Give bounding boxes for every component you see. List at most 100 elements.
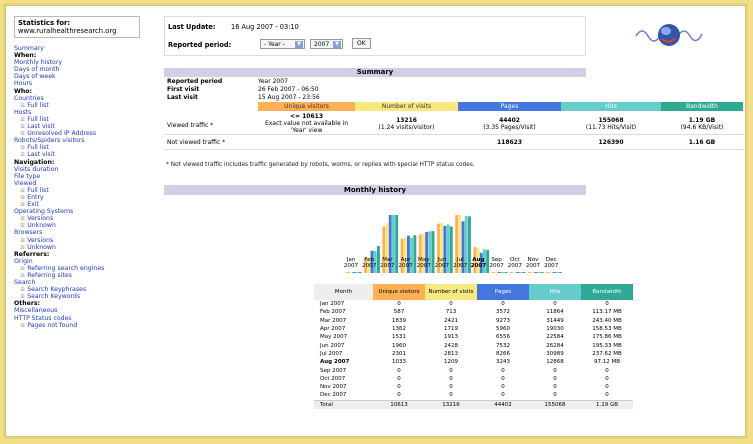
bullet-icon: ≡ bbox=[20, 101, 26, 109]
viewed-hits: 155068 (11.73 Hits/Visit) bbox=[561, 117, 661, 131]
cell-visits: 2813 bbox=[444, 350, 458, 357]
cell-unique: 1839 bbox=[392, 317, 406, 324]
bullet-icon: ≡ bbox=[20, 193, 26, 201]
cell-unique: 1362 bbox=[392, 326, 406, 333]
sidebar-link[interactable]: Days of month bbox=[14, 66, 154, 73]
sidebar-link[interactable]: ≡ Versions bbox=[14, 215, 154, 222]
reported-period-row-label: Reported period bbox=[167, 78, 223, 85]
sidebar-section-header: Referrers: bbox=[14, 251, 154, 258]
table-row: Jan 2007 0 0 0 0 0 bbox=[314, 300, 633, 308]
divider bbox=[164, 149, 744, 150]
chevron-down-icon: ▼ bbox=[295, 41, 303, 48]
sidebar-link[interactable]: ≡ Full list bbox=[14, 187, 154, 194]
sidebar-link[interactable]: ≡ Search Keywords bbox=[14, 293, 154, 300]
col-unique-visitors: Unique visitors bbox=[258, 102, 355, 111]
table-row: Sep 2007 0 0 0 0 0 bbox=[314, 366, 633, 374]
bullet-icon: ≡ bbox=[20, 215, 26, 223]
bullet-icon: ≡ bbox=[20, 243, 26, 251]
cell-month: May 2007 bbox=[320, 334, 348, 341]
chart-month-labels: Jan 2007 Feb 2007 Mar 2007 Apr 2007 May 2007 Jun 20… bbox=[342, 257, 592, 273]
cell-pages: 3243 bbox=[496, 359, 510, 366]
sidebar-link[interactable]: File type bbox=[14, 173, 154, 180]
monthly-history-chart bbox=[346, 215, 562, 273]
cell-pages: 3572 bbox=[496, 309, 510, 316]
cell-bandwidth: 0 bbox=[605, 384, 609, 391]
sidebar-item-label: Unknown bbox=[27, 222, 56, 230]
sidebar-link[interactable]: ≡ Full list bbox=[14, 144, 154, 151]
sidebar-item-label: Versions bbox=[27, 215, 54, 223]
sidebar-link[interactable]: ≡ Entry bbox=[14, 194, 154, 201]
sidebar-link[interactable]: Hours bbox=[14, 80, 154, 87]
sidebar-item-label: Hosts bbox=[14, 108, 32, 116]
sidebar-link[interactable]: ≡ Unknown bbox=[14, 222, 154, 229]
sidebar-link[interactable]: Operating Systems bbox=[14, 208, 154, 215]
year-select[interactable]: 2007 ▼ bbox=[310, 39, 343, 49]
viewed-unique: <= 10613 Exact value not available in 'Y… bbox=[258, 113, 355, 134]
sidebar-link[interactable]: Monthly history bbox=[14, 59, 154, 66]
cell-hits: 0 bbox=[553, 384, 557, 391]
cell-hits: 26284 bbox=[546, 342, 564, 349]
sidebar-item-label: Miscellaneous bbox=[14, 307, 58, 315]
sidebar-link[interactable]: ≡ Last visit bbox=[14, 123, 154, 130]
bullet-icon: ≡ bbox=[20, 130, 26, 138]
period-select[interactable]: - Year - ▼ bbox=[260, 39, 305, 49]
sidebar-link[interactable]: Days of week bbox=[14, 73, 154, 80]
cell-hits: 0 bbox=[553, 392, 557, 399]
sidebar-link[interactable]: ≡ Full list bbox=[14, 116, 154, 123]
sidebar-item-label: Referrers: bbox=[14, 250, 50, 258]
sidebar-link[interactable]: Search bbox=[14, 279, 154, 286]
sidebar-link[interactable]: Robots/Spiders visitors bbox=[14, 137, 154, 144]
sidebar-item-label: When: bbox=[14, 52, 37, 60]
viewed-bandwidth-value: 1.19 GB bbox=[688, 117, 716, 124]
sidebar-link[interactable]: ≡ Search Keyphrases bbox=[14, 286, 154, 293]
chart-month-label: Dec 2007 bbox=[542, 257, 560, 269]
sidebar-link[interactable]: Browsers bbox=[14, 229, 154, 236]
sidebar-link[interactable]: ≡ Full list bbox=[14, 102, 154, 109]
monthly-history-title: Monthly history bbox=[164, 185, 586, 195]
sidebar-link[interactable]: ≡ Last visit bbox=[14, 151, 154, 158]
sidebar-link[interactable]: Countries bbox=[14, 95, 154, 102]
cell-hits: 30989 bbox=[546, 350, 564, 357]
chart-month-year: 2007 bbox=[489, 263, 504, 269]
chart-month-label: Jun 2007 bbox=[433, 257, 451, 269]
sidebar-link[interactable]: Origin bbox=[14, 258, 154, 265]
cell-total-label: Total bbox=[314, 399, 373, 409]
first-visit-value: 26 Feb 2007 - 06:50 bbox=[258, 86, 319, 93]
table-row: Nov 2007 0 0 0 0 0 bbox=[314, 383, 633, 391]
sidebar-link[interactable]: Summary bbox=[14, 45, 154, 52]
sidebar-link[interactable]: Viewed bbox=[14, 180, 154, 187]
sidebar-item-label: Search bbox=[14, 279, 36, 287]
cell-unique: 0 bbox=[397, 375, 401, 382]
chart-month-year: 2007 bbox=[362, 263, 377, 269]
cell-month: Jul 2007 bbox=[320, 350, 343, 357]
sidebar-link[interactable]: ≡ Unknown bbox=[14, 244, 154, 251]
cell-pages: 0 bbox=[501, 375, 505, 382]
last-visit-label: Last visit bbox=[167, 94, 198, 101]
sidebar-link[interactable]: ≡ Versions bbox=[14, 237, 154, 244]
ok-button[interactable]: OK bbox=[352, 38, 371, 49]
sidebar-item-label: Others: bbox=[14, 300, 41, 308]
sidebar-link[interactable]: ≡ Exit bbox=[14, 201, 154, 208]
viewed-visits-sub: (1.24 visits/visitor) bbox=[378, 124, 435, 131]
sidebar-item-label: Entry bbox=[27, 193, 44, 201]
sidebar-link[interactable]: Visits duration bbox=[14, 166, 154, 173]
sidebar-section-header: Others: bbox=[14, 300, 154, 307]
sidebar-item-label: Versions bbox=[27, 236, 54, 244]
cell-total-pages: 44402 bbox=[477, 399, 529, 409]
bullet-icon: ≡ bbox=[20, 115, 26, 123]
table-row: Mar 2007 1839 2421 9273 31449 243.40 MB bbox=[314, 317, 633, 325]
cell-hits: 31449 bbox=[546, 317, 564, 324]
col-number-of-visits: Number of visits bbox=[355, 102, 458, 111]
cell-hits: 0 bbox=[553, 367, 557, 374]
chart-month-label: Nov 2007 bbox=[524, 257, 542, 269]
sidebar-link[interactable]: ≡ Pages not found bbox=[14, 322, 154, 329]
sidebar-link[interactable]: Miscellaneous bbox=[14, 307, 154, 314]
cell-bandwidth: 243.40 MB bbox=[592, 317, 622, 324]
sidebar-link[interactable]: HTTP Status codes bbox=[14, 315, 154, 322]
sidebar-link[interactable]: Hosts bbox=[14, 109, 154, 116]
sidebar-link[interactable]: ≡ Referring search engines bbox=[14, 265, 154, 272]
sidebar-link[interactable]: ≡ Unresolved IP Address bbox=[14, 130, 154, 137]
th-hits: Hits bbox=[529, 284, 581, 300]
sidebar-link[interactable]: ≡ Referring sites bbox=[14, 272, 154, 279]
cell-month: Feb 2007 bbox=[320, 309, 346, 316]
